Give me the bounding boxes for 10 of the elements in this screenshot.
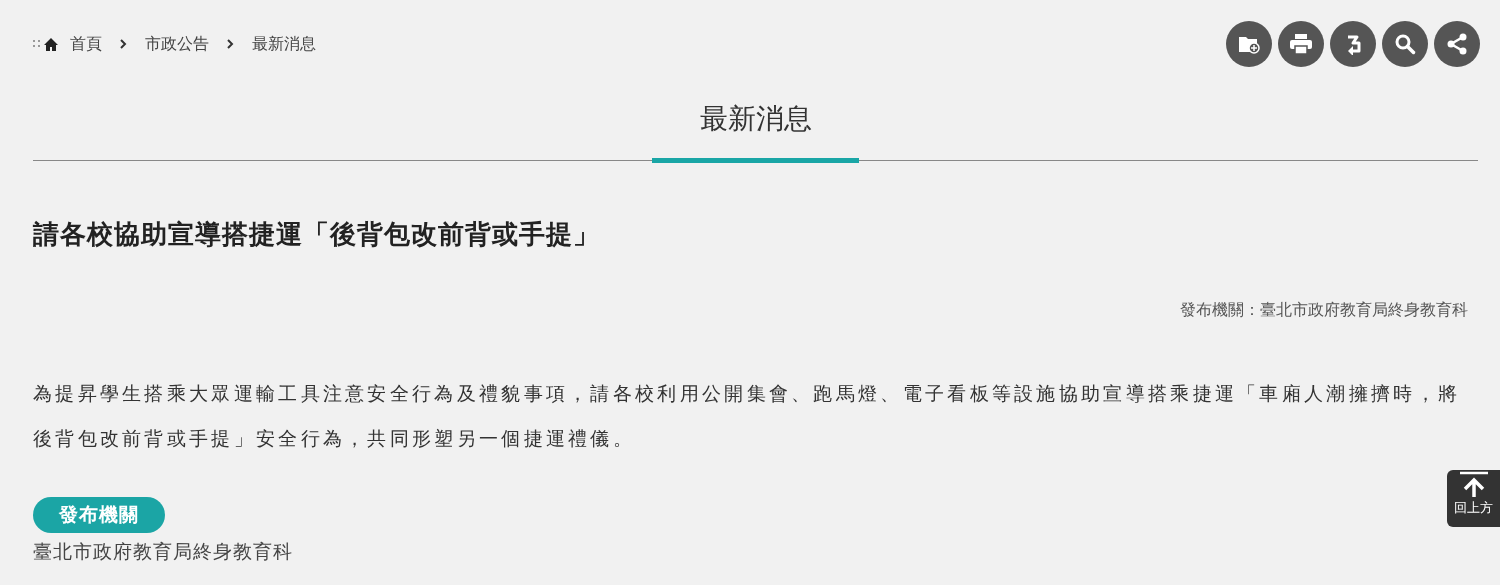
article-body: 為提昇學生搭乘大眾運輸工具注意安全行為及禮貌事項，請各校利用公開集會、跑馬燈、電子看板等設施協助宣導搭乘捷運「車廂人潮擁擠時，將後背包改前背或手提」安全行為，共同形塑另一個捷運禮儀。 bbox=[33, 381, 1462, 451]
label-badge: 發布機關 bbox=[33, 497, 165, 533]
breadcrumb-link[interactable]: 最新消息 bbox=[252, 33, 316, 55]
page-title: 最新消息 bbox=[698, 101, 813, 137]
back-to-top-button[interactable]: 回上方 bbox=[1447, 470, 1500, 527]
article-title: 請各校協助宣導搭捷運「後背包改前背或手提」 bbox=[33, 218, 601, 251]
breadcrumb-link[interactable]: 市政公告 bbox=[145, 33, 209, 55]
breadcrumb-link[interactable]: 首頁 bbox=[70, 33, 102, 55]
publisher-line: 發布機關：臺北市政府教育局終身教育科 bbox=[1179, 300, 1468, 321]
publisher-value: 臺北市政府教育局終身教育科 bbox=[33, 539, 294, 564]
